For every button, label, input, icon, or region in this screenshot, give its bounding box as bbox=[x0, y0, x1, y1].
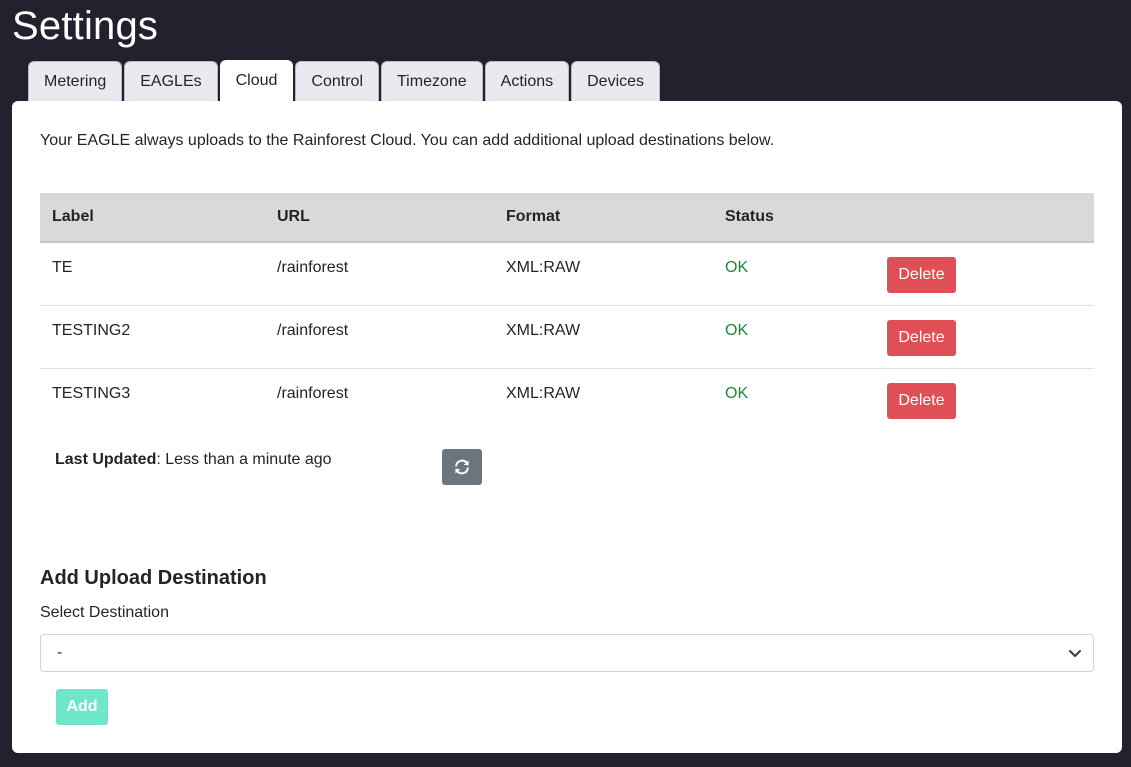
row-status: OK bbox=[725, 259, 749, 276]
row-url: /rainforest bbox=[277, 259, 349, 276]
table-row: TESTING2 /rainforest XML:RAW OK Delete bbox=[40, 306, 1094, 369]
destinations-table: Label URL Format Status TE /rainforest X… bbox=[40, 193, 1094, 432]
row-status: OK bbox=[725, 385, 749, 402]
header-url: URL bbox=[277, 208, 310, 225]
tab-cloud[interactable]: Cloud bbox=[219, 60, 294, 101]
tab-control[interactable]: Control bbox=[295, 61, 379, 101]
refresh-button[interactable] bbox=[442, 449, 482, 485]
tab-actions[interactable]: Actions bbox=[484, 61, 570, 101]
row-format: XML:RAW bbox=[506, 385, 581, 402]
header-label: Label bbox=[52, 208, 94, 225]
last-updated-value: : Less than a minute ago bbox=[156, 451, 332, 468]
settings-tabs: Metering EAGLEs Cloud Control Timezone A… bbox=[28, 60, 662, 101]
row-label: TESTING2 bbox=[52, 322, 131, 339]
tab-metering[interactable]: Metering bbox=[28, 61, 123, 101]
intro-text: Your EAGLE always uploads to the Rainfor… bbox=[40, 132, 775, 149]
row-format: XML:RAW bbox=[506, 259, 581, 276]
delete-button[interactable]: Delete bbox=[887, 320, 956, 356]
table-row: TESTING3 /rainforest XML:RAW OK Delete bbox=[40, 369, 1094, 432]
row-url: /rainforest bbox=[277, 385, 349, 402]
header-format: Format bbox=[506, 208, 561, 225]
tab-timezone[interactable]: Timezone bbox=[381, 61, 483, 101]
row-label: TESTING3 bbox=[52, 385, 131, 402]
row-url: /rainforest bbox=[277, 322, 349, 339]
cloud-panel: Your EAGLE always uploads to the Rainfor… bbox=[12, 101, 1122, 753]
last-updated-label: Last Updated bbox=[55, 451, 157, 468]
delete-button[interactable]: Delete bbox=[887, 257, 956, 293]
row-status: OK bbox=[725, 322, 749, 339]
tab-devices[interactable]: Devices bbox=[571, 61, 661, 101]
delete-button[interactable]: Delete bbox=[887, 383, 956, 419]
select-destination-label: Select Destination bbox=[40, 604, 169, 621]
header-status: Status bbox=[725, 208, 774, 225]
table-header: Label URL Format Status bbox=[40, 193, 1094, 243]
page-title: Settings bbox=[12, 4, 159, 48]
tab-eagles[interactable]: EAGLEs bbox=[124, 61, 218, 101]
add-destination-title: Add Upload Destination bbox=[40, 567, 267, 589]
row-format: XML:RAW bbox=[506, 322, 581, 339]
destination-select[interactable]: - bbox=[40, 634, 1094, 672]
table-row: TE /rainforest XML:RAW OK Delete bbox=[40, 243, 1094, 306]
refresh-icon bbox=[455, 459, 469, 475]
row-label: TE bbox=[52, 259, 73, 276]
chevron-down-icon bbox=[1069, 650, 1081, 657]
add-button[interactable]: Add bbox=[56, 689, 108, 725]
last-updated: Last Updated: Less than a minute ago bbox=[55, 451, 332, 469]
destination-select-value: - bbox=[57, 644, 63, 661]
